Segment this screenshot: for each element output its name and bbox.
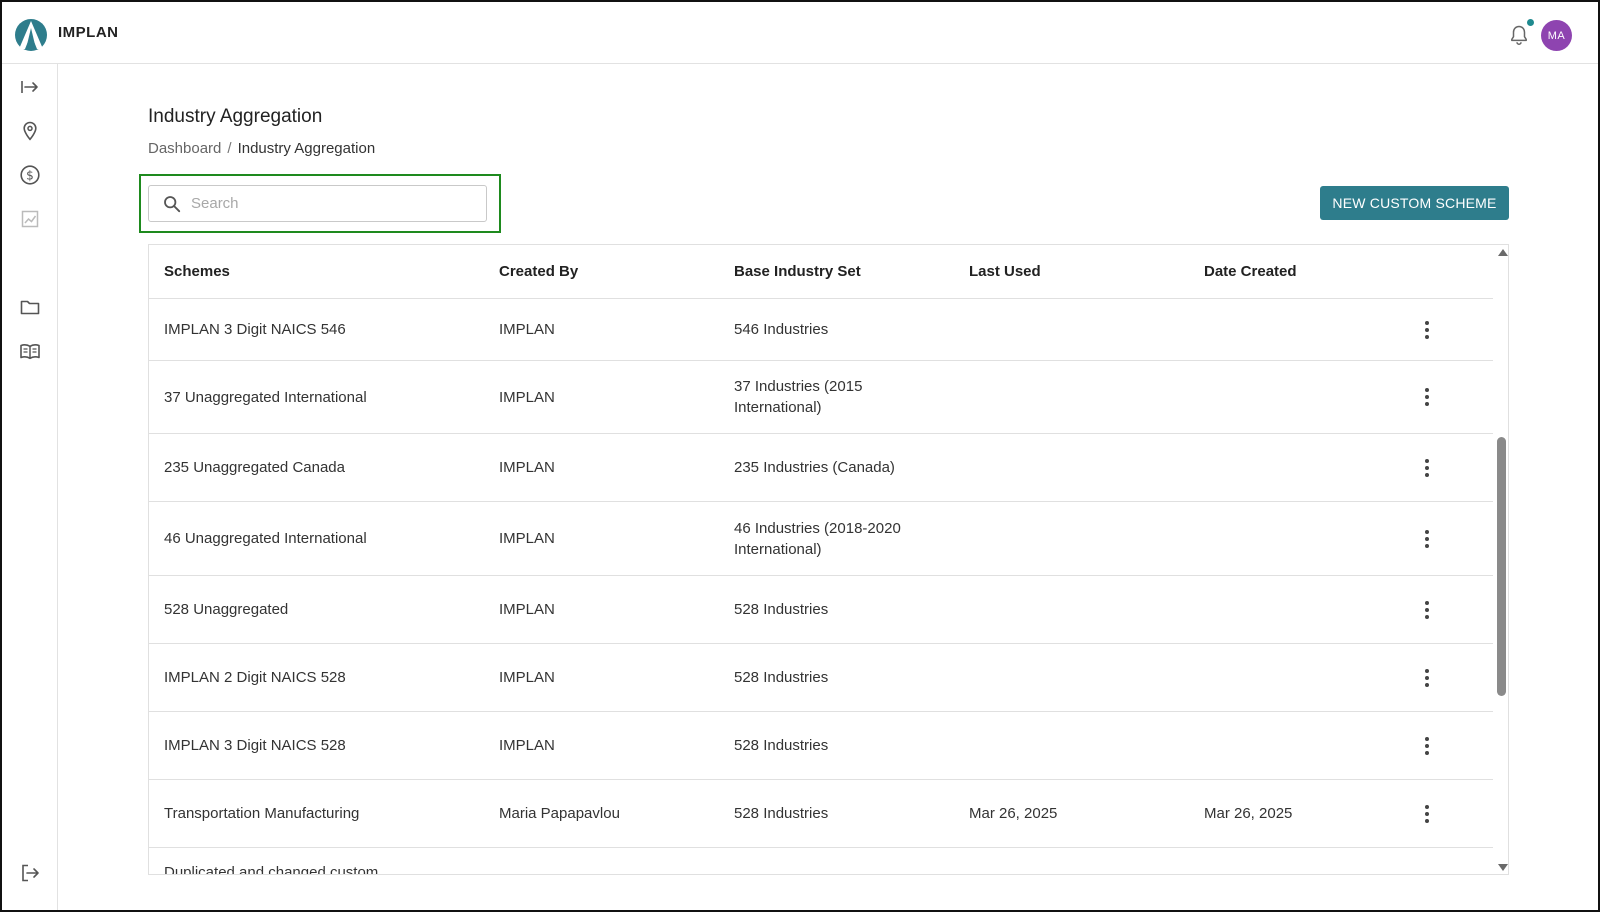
base-industry-set: 546 Industries [734,321,829,338]
scheme-name: 46 Unaggregated International [164,530,367,547]
notification-badge [1527,19,1534,26]
page-title: Industry Aggregation [148,106,323,127]
created-by: IMPLAN [499,669,555,686]
table-row[interactable]: IMPLAN 2 Digit NAICS 528 IMPLAN 528 Indu… [149,644,1493,712]
scheme-name: 235 Unaggregated Canada [164,459,345,476]
column-header-date-created[interactable]: Date Created [1204,245,1297,299]
last-used [969,361,1189,433]
date-created: Mar 26, 2025 [1204,805,1293,822]
search-icon [164,196,181,213]
search-field[interactable] [148,185,487,222]
chart-icon[interactable] [19,208,41,230]
created-by: Maria Papapavlou [499,805,620,822]
created-by: IMPLAN [499,459,555,476]
implan-logo-icon[interactable] [14,18,48,52]
column-header-schemes[interactable]: Schemes [164,245,230,299]
expand-arrow-icon[interactable] [19,76,41,98]
base-industry-set: 235 Industries (Canada) [734,459,895,476]
table-row[interactable]: 46 Unaggregated International IMPLAN 46 … [149,502,1493,576]
scheme-name: IMPLAN 2 Digit NAICS 528 [164,669,346,686]
table-row[interactable]: IMPLAN 3 Digit NAICS 528 IMPLAN 528 Indu… [149,712,1493,780]
base-industry-set: 528 Industries [734,669,829,686]
date-created [1204,712,1404,779]
column-header-created-by[interactable]: Created By [499,245,578,299]
svg-text:$: $ [26,168,34,182]
table-row[interactable]: IMPLAN 3 Digit NAICS 546 IMPLAN 546 Indu… [149,299,1493,361]
date-created [1204,502,1404,575]
notification-bell-icon[interactable] [1508,24,1530,46]
date-created [1204,434,1404,501]
row-menu-icon[interactable] [1414,361,1440,433]
scroll-down-arrow-icon[interactable] [1498,864,1508,871]
base-industry-set: 528 Industries [734,737,829,754]
row-menu-icon[interactable] [1414,644,1440,711]
row-menu-icon[interactable] [1414,576,1440,643]
base-industry-set: 46 Industries (2018-2020 International) [734,519,901,558]
scheme-name: 37 Unaggregated International [164,388,367,406]
dollar-circle-icon[interactable]: $ [19,164,41,186]
last-used [969,434,1189,501]
date-created [1204,361,1404,433]
base-industry-set: 528 Industries [734,805,829,822]
last-used [969,299,1189,360]
scheme-name: IMPLAN 3 Digit NAICS 546 [164,321,346,338]
table-row[interactable]: Duplicated and changed custom [149,848,1493,875]
scheme-name: Transportation Manufacturing [164,805,360,822]
created-by: IMPLAN [499,737,555,754]
breadcrumb-current: Industry Aggregation [237,140,376,157]
table-row[interactable]: 528 Unaggregated IMPLAN 528 Industries [149,576,1493,644]
location-pin-icon[interactable] [19,120,41,142]
base-industry-set: 528 Industries [734,601,829,618]
top-bar: IMPLAN MA [2,2,1598,64]
scheme-name: Duplicated and changed custom [164,864,379,875]
row-menu-icon[interactable] [1414,780,1440,847]
row-menu-icon[interactable] [1414,502,1440,575]
row-menu-icon[interactable] [1414,299,1440,360]
brand-name: IMPLAN [58,24,119,41]
search-input[interactable] [191,186,476,221]
user-avatar[interactable]: MA [1541,20,1572,51]
app-window: IMPLAN MA $ Industry Aggregation Dashboa… [0,0,1600,912]
breadcrumb-separator: / [227,140,232,157]
created-by: IMPLAN [499,601,555,618]
last-used [969,576,1189,643]
date-created [1204,576,1404,643]
last-used [969,502,1189,575]
scheme-name: IMPLAN 3 Digit NAICS 528 [164,737,346,754]
book-icon[interactable] [19,340,41,362]
created-by: IMPLAN [499,388,555,406]
scroll-up-arrow-icon[interactable] [1498,249,1508,256]
table-row[interactable]: Transportation Manufacturing Maria Papap… [149,780,1493,848]
breadcrumb: Dashboard / Industry Aggregation [148,140,375,157]
sidebar: $ [2,64,58,910]
date-created [1204,299,1404,360]
logout-icon[interactable] [19,862,41,884]
row-menu-icon[interactable] [1414,712,1440,779]
column-header-last-used[interactable]: Last Used [969,245,1041,299]
row-menu-icon[interactable] [1414,434,1440,501]
last-used [969,644,1189,711]
table-row[interactable]: 235 Unaggregated Canada IMPLAN 235 Indus… [149,434,1493,502]
created-by: IMPLAN [499,530,555,547]
folder-icon[interactable] [19,296,41,318]
new-custom-scheme-button[interactable]: NEW CUSTOM SCHEME [1320,186,1509,220]
created-by: IMPLAN [499,321,555,338]
scrollbar-thumb[interactable] [1497,437,1506,696]
base-industry-set: 37 Industries (2015 International) [734,378,863,416]
table-row[interactable]: 37 Unaggregated International IMPLAN 37 … [149,361,1493,434]
breadcrumb-link-dashboard[interactable]: Dashboard [148,140,221,157]
last-used: Mar 26, 2025 [969,805,1058,822]
scheme-name: 528 Unaggregated [164,601,289,618]
date-created [1204,644,1404,711]
schemes-table: Schemes Created By Base Industry Set Las… [148,244,1509,875]
last-used [969,712,1189,779]
column-header-base-industry-set[interactable]: Base Industry Set [734,245,861,299]
table-header: Schemes Created By Base Industry Set Las… [149,245,1493,299]
